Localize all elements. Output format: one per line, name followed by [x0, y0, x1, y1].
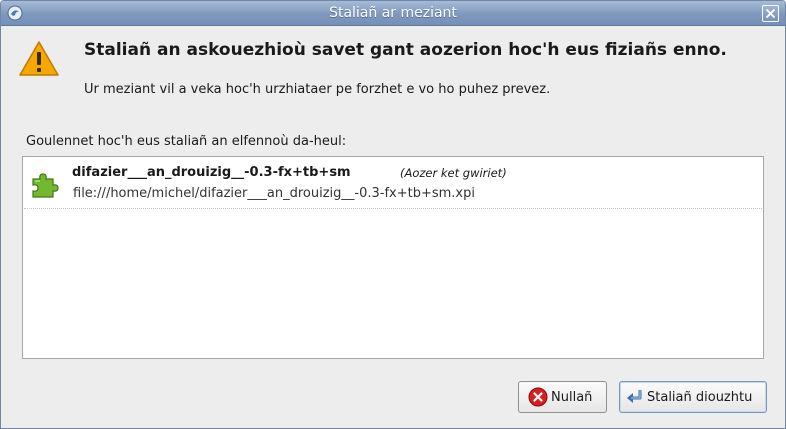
- title-bar[interactable]: Staliañ ar meziant: [1, 1, 785, 26]
- cancel-button-label: Nullañ: [551, 389, 593, 405]
- addon-list[interactable]: difazier___an_drouizig__-0.3-fx+tb+sm (A…: [22, 156, 764, 359]
- window-title: Staliañ ar meziant: [329, 5, 457, 21]
- close-icon: [765, 8, 776, 19]
- close-button[interactable]: [762, 5, 779, 22]
- install-dialog-window: Staliañ ar meziant Staliañ an askouezhio…: [0, 0, 786, 429]
- install-now-button[interactable]: Staliañ diouzhtu: [619, 381, 767, 413]
- addon-list-label: Goulennet hoc'h eus staliañ an elfennoù …: [26, 134, 347, 149]
- install-button-label: Staliañ diouzhtu: [647, 389, 753, 405]
- addon-name: difazier___an_drouizig__-0.3-fx+tb+sm: [72, 165, 351, 180]
- dialog-heading: Staliañ an askouezhioù savet gant aozeri…: [84, 40, 727, 60]
- cancel-button[interactable]: Nullañ: [518, 381, 607, 413]
- install-arrow-icon: [627, 390, 642, 403]
- dialog-warning-text: Ur meziant vil a veka hoc'h urzhiataer p…: [84, 82, 551, 97]
- warning-icon: [19, 41, 59, 76]
- cancel-icon: [528, 387, 548, 407]
- puzzle-icon: [32, 173, 59, 198]
- list-item[interactable]: difazier___an_drouizig__-0.3-fx+tb+sm (A…: [24, 158, 762, 209]
- addon-url: file:///home/michel/difazier___an_drouiz…: [73, 186, 475, 201]
- addon-unverified-note: (Aozer ket gwiriet): [400, 166, 507, 180]
